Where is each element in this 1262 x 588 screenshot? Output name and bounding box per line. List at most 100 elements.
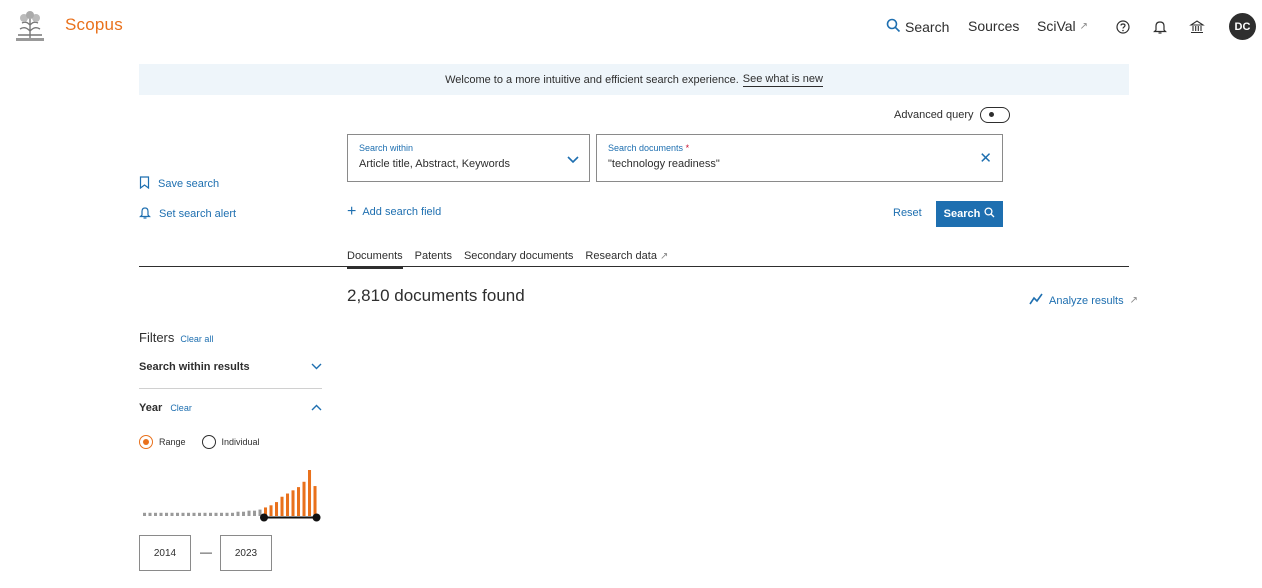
histogram-bar (192, 512, 196, 516)
plus-icon: + (347, 203, 357, 220)
histogram-bar (297, 487, 301, 516)
year-filter-toggle[interactable]: Year Clear (139, 402, 322, 414)
histogram-bar (209, 512, 213, 516)
trend-icon (1029, 293, 1043, 308)
histogram-bar (176, 512, 180, 516)
brand-name[interactable]: Scopus (65, 15, 123, 35)
chevron-up-icon (311, 402, 322, 414)
filters-header: Filters Clear all (139, 330, 213, 345)
search-documents-label-text: Search documents (608, 143, 684, 153)
advanced-query[interactable]: Advanced query (894, 107, 1010, 123)
search-icon (984, 207, 995, 221)
external-link-icon: ↗ (1129, 295, 1138, 306)
year-range-separator: — (200, 545, 212, 559)
nav-scival[interactable]: SciVal ↗ (1037, 18, 1088, 34)
histogram-bar (236, 511, 240, 516)
filters-title: Filters (139, 330, 175, 345)
chevron-down-icon (567, 151, 579, 169)
save-search-label: Save search (158, 178, 220, 190)
individual-label: Individual (221, 437, 260, 447)
results-count: 2,810 documents found (347, 286, 525, 305)
analyze-results-label: Analyze results (1049, 294, 1124, 307)
nav-search-label: Search (905, 19, 950, 35)
save-search-link[interactable]: Save search (139, 176, 219, 192)
histogram-bar (214, 512, 218, 516)
search-within-label: Search within (359, 143, 414, 153)
advanced-query-toggle[interactable] (979, 107, 1010, 123)
search-documents-value[interactable]: "technology readiness" (608, 158, 991, 170)
divider (139, 388, 322, 389)
set-search-alert-link[interactable]: Set search alert (139, 206, 236, 222)
histogram-bar (280, 496, 284, 516)
histogram-bar (143, 512, 147, 516)
reset-button[interactable]: Reset (893, 207, 922, 219)
range-label: Range (159, 437, 186, 447)
histogram-bar (291, 490, 295, 516)
search-within-results-label: Search within results (139, 361, 250, 373)
search-icon (886, 18, 901, 36)
histogram-bar (302, 481, 306, 516)
histogram-bar (181, 512, 185, 516)
histogram-bar (242, 511, 246, 516)
search-button-label: Search (943, 208, 981, 220)
search-documents-field[interactable]: Search documents * "technology readiness… (596, 134, 1003, 182)
histogram-bar (165, 512, 169, 516)
year-mode-radios: Range Individual (139, 435, 260, 449)
nav-search[interactable]: Search (886, 18, 949, 36)
bell-icon (139, 206, 151, 222)
tab-research-data-label: Research data (585, 250, 657, 262)
histogram-bar (225, 512, 229, 516)
clear-all-link[interactable]: Clear all (180, 334, 213, 344)
nav-sources[interactable]: Sources (968, 18, 1019, 34)
histogram-bar (220, 512, 224, 516)
histogram-bar (148, 512, 152, 516)
year-histogram[interactable] (139, 462, 323, 526)
year-to-input[interactable]: 2023 (220, 535, 272, 571)
nav-scival-label: SciVal (1037, 18, 1076, 34)
histogram-bar (275, 502, 279, 516)
advanced-query-label: Advanced query (894, 109, 974, 121)
histogram-bar (170, 512, 174, 516)
range-handle-end[interactable] (312, 513, 321, 522)
bell-icon[interactable] (1149, 16, 1171, 38)
external-link-icon: ↗ (660, 251, 669, 262)
welcome-banner: Welcome to a more intuitive and efficien… (139, 64, 1129, 95)
search-within-results-toggle[interactable]: Search within results (139, 361, 322, 373)
range-handle-start[interactable] (260, 513, 268, 522)
histogram-bar (198, 512, 202, 516)
avatar[interactable]: DC (1229, 13, 1256, 40)
publisher-logo-icon[interactable] (10, 9, 50, 45)
individual-radio[interactable] (201, 435, 216, 449)
analyze-results-link[interactable]: Analyze results ↗ (1029, 293, 1138, 308)
search-within-select[interactable]: Search within Article title, Abstract, K… (347, 134, 590, 182)
histogram-bar (187, 512, 191, 516)
chevron-down-icon (311, 361, 322, 373)
range-radio[interactable] (139, 435, 153, 449)
search-within-value: Article title, Abstract, Keywords (359, 158, 510, 170)
histogram-bar (286, 493, 290, 516)
histogram-bar (203, 512, 207, 516)
see-what-is-new-link[interactable]: See what is new (742, 73, 823, 87)
required-marker: * (685, 143, 690, 153)
set-alert-label: Set search alert (159, 208, 237, 220)
add-search-field-label: Add search field (362, 206, 442, 218)
year-clear-link[interactable]: Clear (170, 403, 192, 413)
histogram-bar (313, 486, 317, 516)
external-link-icon: ↗ (1079, 20, 1089, 32)
histogram-bar (269, 505, 273, 516)
close-icon[interactable]: ✕ (979, 149, 992, 167)
histogram-bar (159, 512, 163, 516)
bookmark-icon (139, 176, 150, 192)
search-documents-label: Search documents * (608, 143, 991, 153)
year-label: Year (139, 402, 163, 414)
year-from-input[interactable]: 2014 (139, 535, 191, 571)
histogram-bar (154, 512, 158, 516)
institution-icon[interactable] (1186, 16, 1208, 38)
add-search-field-button[interactable]: + Add search field (347, 203, 442, 220)
histogram-bar (308, 470, 312, 516)
banner-text: Welcome to a more intuitive and efficien… (445, 73, 739, 86)
histogram-bar (231, 512, 235, 516)
search-button[interactable]: Search (936, 201, 1003, 227)
help-icon[interactable] (1112, 16, 1134, 38)
divider (139, 266, 1129, 267)
